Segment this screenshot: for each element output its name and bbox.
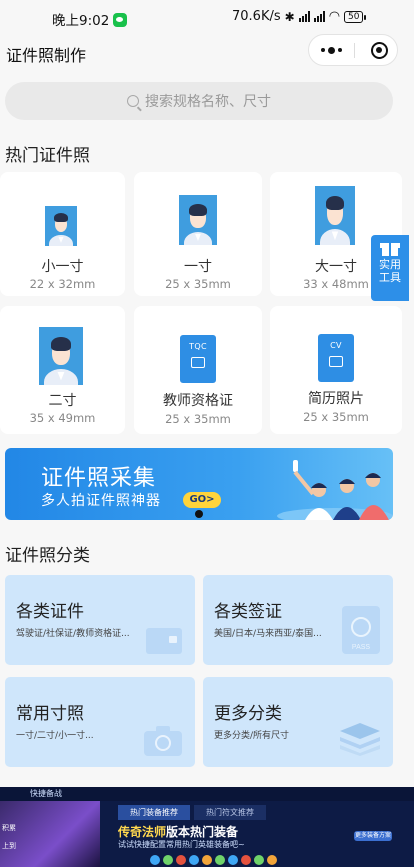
hot-item-1inch[interactable]: 一寸 25 x 35mm [134, 172, 262, 296]
category-name: 各类证件 [16, 602, 84, 622]
category-documents[interactable]: 各类证件 驾驶证/社保证/教师资格证... [5, 575, 195, 665]
hot-item-resume[interactable]: CV 简历照片 25 x 35mm [270, 306, 402, 434]
wechat-icon [113, 13, 128, 27]
cv-document-icon: CV [318, 334, 354, 382]
tools-label-1: 实用 [379, 258, 401, 271]
game-ad-strip[interactable]: 快捷备战 积累 上到 热门装备推荐 热门符文推荐 传奇法师版本热门装备 试试快捷… [0, 787, 414, 867]
ad-headline-highlight: 传奇法师 [118, 825, 167, 839]
category-sub: 驾驶证/社保证/教师资格证... [16, 629, 130, 639]
banner-subtitle: 多人拍证件照神器 [41, 493, 161, 509]
ad-headline-rest: 版本热门装备 [166, 825, 239, 839]
capsule-divider [354, 43, 355, 58]
category-sub: 美国/日本/马来西亚/泰国... [214, 629, 322, 639]
status-time: 晚上9:02 [52, 9, 128, 29]
tools-float-button[interactable]: 实用 工具 [371, 235, 409, 301]
status-right: 70.6K/s ✱ ◠ 50 [232, 9, 368, 24]
category-name: 各类签证 [214, 602, 282, 622]
app-header: 证件照制作 [0, 34, 414, 68]
passport-icon: PASS [342, 606, 380, 654]
banner-title: 证件照采集 [41, 466, 157, 491]
ad-item-icons [150, 855, 277, 865]
hot-item-size: 22 x 32mm [29, 277, 96, 291]
ad-tab-runes[interactable]: 热门符文推荐 [194, 805, 266, 820]
hot-item-2inch[interactable]: 二寸 35 x 49mm [0, 306, 125, 434]
ad-hero-image: 积累 上到 [0, 801, 100, 867]
banner-indicator-dot [195, 510, 203, 518]
category-sub: 更多分类/所有尺寸 [214, 731, 290, 741]
ad-side-label: 积累 [2, 824, 16, 832]
close-miniprogram-icon[interactable] [371, 42, 388, 59]
hot-item-name: 一寸 [184, 259, 212, 275]
layers-icon [340, 723, 380, 756]
svg-text:PASS: PASS [352, 644, 370, 651]
ad-header: 快捷备战 [0, 787, 414, 801]
page-title: 证件照制作 [6, 46, 87, 65]
portrait-photo-icon [179, 195, 217, 245]
category-name: 常用寸照 [16, 704, 84, 724]
category-more[interactable]: 更多分类 更多分类/所有尺寸 [203, 677, 393, 767]
battery-icon: 50 [344, 10, 368, 23]
signal-icon [298, 11, 310, 22]
hot-item-name: 小一寸 [41, 259, 84, 275]
gift-icon [380, 240, 400, 256]
ad-more-button[interactable]: 更多装备方案 [354, 831, 392, 841]
miniprogram-capsule [308, 34, 398, 66]
category-sub: 一寸/二寸/小一寸... [16, 731, 94, 741]
network-speed: 70.6K/s [232, 9, 281, 24]
hot-item-small-1inch[interactable]: 小一寸 22 x 32mm [0, 172, 125, 296]
ad-tabs: 热门装备推荐 热门符文推荐 [118, 805, 266, 820]
bluetooth-icon: ✱ [284, 9, 295, 24]
search-placeholder: 搜索规格名称、尺寸 [145, 94, 271, 110]
ad-subtitle: 试试快捷配置常用热门英雄装备吧~ [118, 840, 245, 849]
ad-side-label: 上到 [2, 842, 16, 850]
category-common-sizes[interactable]: 常用寸照 一寸/二寸/小一寸... [5, 677, 195, 767]
search-input[interactable]: 搜索规格名称、尺寸 [5, 82, 393, 120]
more-menu-button[interactable] [309, 35, 354, 65]
hot-item-name: 教师资格证 [163, 393, 233, 409]
cv-badge: CV [330, 341, 342, 350]
hot-item-size: 25 x 35mm [303, 410, 369, 424]
hot-item-size: 35 x 49mm [29, 411, 96, 425]
portrait-photo-icon [45, 206, 77, 246]
category-visas[interactable]: 各类签证 美国/日本/马来西亚/泰国... PASS [203, 575, 393, 665]
search-icon [127, 95, 139, 107]
tools-label-2: 工具 [379, 271, 401, 284]
hot-item-size: 25 x 35mm [165, 412, 231, 426]
category-section-title: 证件照分类 [5, 546, 90, 566]
hot-item-name: 二寸 [48, 393, 77, 409]
hot-section-title: 热门证件照 [5, 146, 90, 166]
hot-item-size: 25 x 35mm [165, 277, 231, 291]
group-people-illustration [277, 460, 393, 520]
category-name: 更多分类 [214, 704, 282, 724]
status-bar: 晚上9:02 70.6K/s ✱ ◠ 50 [0, 0, 414, 34]
wifi-icon: ◠ [328, 9, 341, 24]
hot-item-teacher-cert[interactable]: TQC 教师资格证 25 x 35mm [134, 306, 262, 434]
portrait-photo-icon [315, 186, 355, 245]
hot-item-name: 简历照片 [308, 391, 364, 407]
banner-go-button[interactable]: GO> [183, 492, 221, 508]
tqc-document-icon: TQC [180, 335, 216, 383]
ad-headline: 传奇法师版本热门装备 [118, 823, 238, 840]
ad-tab-equipment[interactable]: 热门装备推荐 [118, 805, 190, 820]
camera-icon [144, 726, 182, 756]
id-card-icon [146, 628, 182, 654]
battery-level: 50 [348, 11, 360, 22]
tqc-badge: TQC [189, 342, 207, 351]
portrait-photo-icon [39, 327, 83, 385]
signal-2-icon [313, 11, 325, 22]
